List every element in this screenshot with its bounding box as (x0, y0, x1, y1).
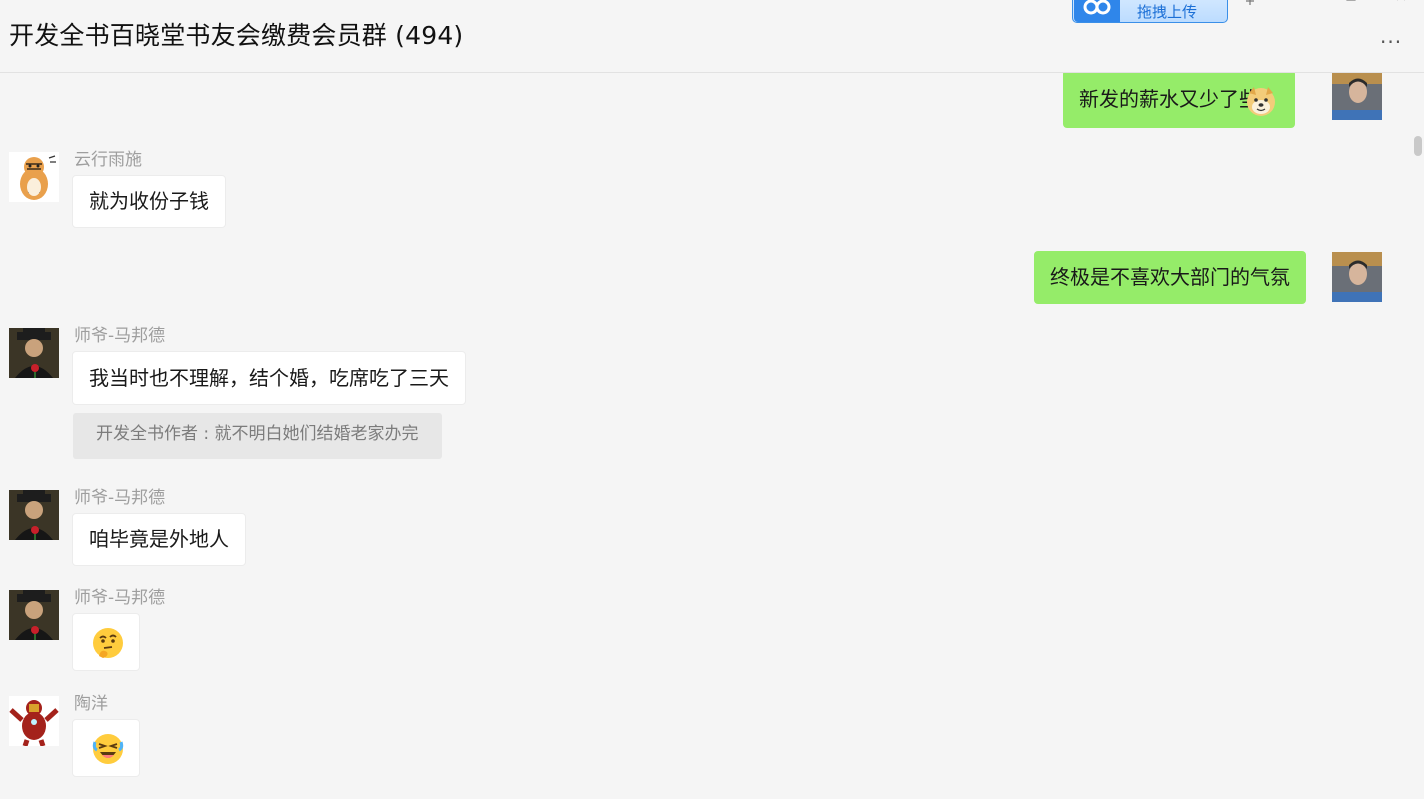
message-text: 就为收份子钱 (89, 189, 209, 213)
outgoing-message-bubble[interactable]: 终极是不喜欢大部门的气氛 (1034, 251, 1306, 304)
quoted-reply[interactable]: 开发全书作者 : 就不明白她们结婚老家办完 (73, 413, 442, 459)
emoji-message-bubble[interactable] (72, 613, 140, 671)
message-text: 新发的薪水又少了些 (1079, 87, 1259, 111)
incoming-message-bubble[interactable]: 咱毕竟是外地人 (72, 513, 246, 566)
man-with-rose-avatar[interactable] (9, 590, 59, 640)
rolling-laughing-emoji (92, 734, 124, 764)
my-avatar[interactable] (1332, 252, 1382, 302)
incoming-message-bubble[interactable]: 我当时也不理解，结个婚，吃席吃了三天 (72, 351, 466, 405)
man-with-rose-avatar[interactable] (9, 328, 59, 378)
message-text: 我当时也不理解，结个婚，吃席吃了三天 (89, 366, 449, 390)
sender-name: 师爷-马邦德 (74, 488, 166, 508)
chat-header: 开发全书百晓堂书友会缴费会员群 (494) 拖拽上传 ··· (0, 0, 1424, 73)
incoming-message-bubble[interactable]: 就为收份子钱 (72, 175, 226, 228)
drag-upload-label: 拖拽上传 (1137, 3, 1198, 21)
minimize-icon[interactable] (1290, 0, 1312, 8)
emoji-message-bubble[interactable] (72, 719, 140, 777)
chat-title: 开发全书百晓堂书友会缴费会员群 (494) (9, 21, 464, 50)
more-dots-icon[interactable]: ··· (1380, 32, 1410, 52)
drag-upload-button[interactable]: 拖拽上传 (1072, 0, 1228, 23)
scrollbar-thumb[interactable] (1414, 136, 1422, 156)
sender-name: 陶洋 (74, 694, 108, 714)
my-avatar[interactable] (1332, 70, 1382, 120)
tiger-avatar[interactable] (9, 152, 59, 202)
doge-emoji (1245, 81, 1277, 116)
sender-name: 师爷-马邦德 (74, 588, 166, 608)
message-text: 终极是不喜欢大部门的气氛 (1050, 265, 1290, 289)
outgoing-message-bubble[interactable]: 新发的薪水又少了些 (1063, 70, 1295, 128)
sender-name: 师爷-马邦德 (74, 326, 166, 346)
message-text: 咱毕竟是外地人 (89, 527, 229, 551)
sender-name: 云行雨施 (74, 150, 142, 170)
thinking-face-emoji (93, 628, 123, 658)
maximize-icon[interactable] (1340, 0, 1362, 8)
cloud-link-icon (1074, 0, 1120, 22)
man-with-rose-avatar[interactable] (9, 490, 59, 540)
close-icon[interactable] (1391, 0, 1413, 8)
pin-icon[interactable] (1239, 0, 1261, 8)
ironman-avatar[interactable] (9, 696, 59, 746)
